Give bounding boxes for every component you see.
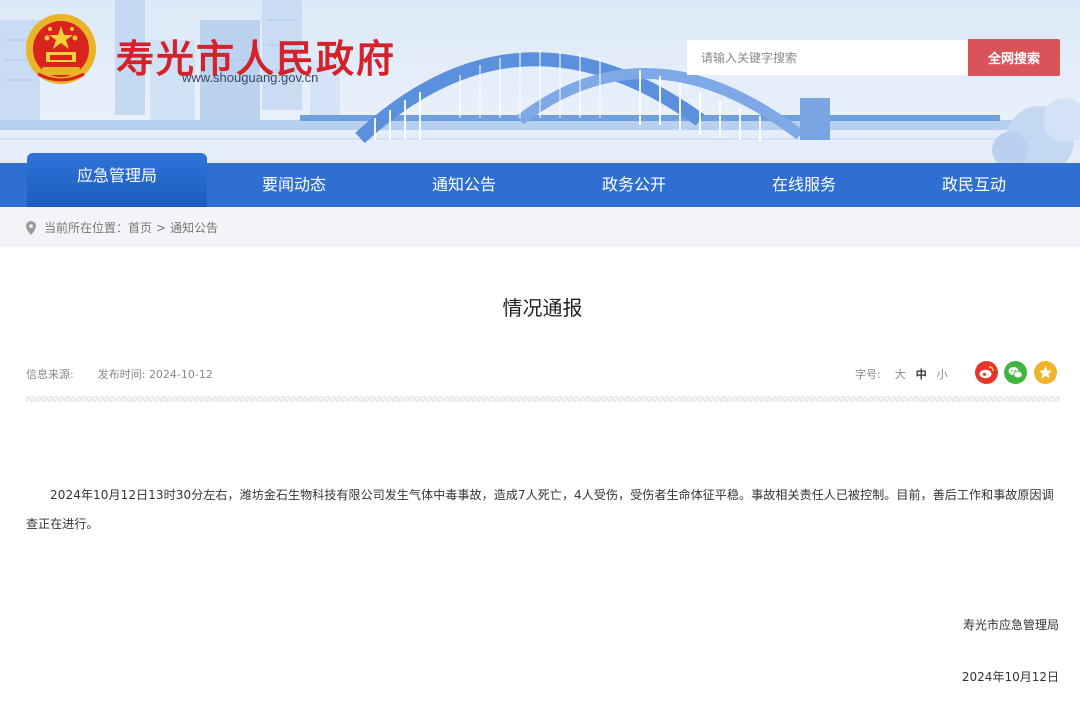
search-input[interactable] (687, 40, 968, 75)
signature-organization: 寿光市应急管理局 (962, 618, 1059, 632)
article-title: 情况通报 (502, 296, 583, 320)
publish-date-value: 2024-10-12 (148, 368, 213, 381)
nav-item-notices[interactable]: 通知公告 (378, 163, 550, 207)
font-size-label: 字号: (855, 368, 881, 381)
search-button[interactable]: 全网搜索 (968, 39, 1060, 76)
national-emblem-icon (26, 14, 96, 84)
site-url: www.shouguang.gov.cn (182, 70, 319, 85)
header-banner: 寿光市人民政府 www.shouguang.gov.cn 全网搜索 (0, 0, 1080, 163)
font-size-small[interactable]: 小 (937, 366, 948, 382)
breadcrumb: 当前所在位置： 首页 > 通知公告 (26, 219, 218, 236)
wechat-share-button[interactable] (1004, 361, 1027, 384)
nav-item-gov-affairs[interactable]: 政务公开 (548, 163, 720, 207)
source-label: 信息来源: (26, 368, 74, 381)
signature-date: 2024年10月12日 (961, 670, 1059, 684)
meta-divider (26, 396, 1060, 402)
breadcrumb-home-link[interactable]: 首页 (128, 219, 152, 236)
main-nav: 应急管理局 要闻动态 通知公告 政务公开 在线服务 政民互动 (0, 153, 1080, 207)
font-size-large[interactable]: 大 (895, 366, 906, 382)
breadcrumb-bar: 当前所在位置： 首页 > 通知公告 (0, 207, 1080, 247)
article-body: 2024年10月12日13时30分左右，潍坊金石生物科技有限公司发生气体中毒事故… (26, 488, 1054, 531)
nav-item-online-services[interactable]: 在线服务 (718, 163, 890, 207)
breadcrumb-separator: > (156, 220, 167, 235)
weibo-share-button[interactable] (975, 361, 998, 384)
location-pin-icon (26, 220, 36, 235)
nav-item-emergency-bureau[interactable]: 应急管理局 (27, 153, 207, 207)
weibo-icon (979, 366, 994, 379)
breadcrumb-prefix: 当前所在位置： (44, 221, 129, 235)
publish-date-label: 发布时间: (97, 368, 146, 381)
nav-item-news[interactable]: 要闻动态 (208, 163, 380, 207)
favorite-icon (1039, 366, 1052, 379)
nav-item-interaction[interactable]: 政民互动 (888, 163, 1060, 207)
font-size-medium[interactable]: 中 (916, 366, 927, 382)
article-meta: 信息来源: 发布时间: 2024-10-12 (26, 366, 213, 382)
breadcrumb-current-link[interactable]: 通知公告 (170, 219, 218, 236)
favorite-button[interactable] (1034, 361, 1057, 384)
wechat-icon (1008, 367, 1023, 379)
font-size-control: 字号: 大 中 小 (855, 366, 958, 382)
